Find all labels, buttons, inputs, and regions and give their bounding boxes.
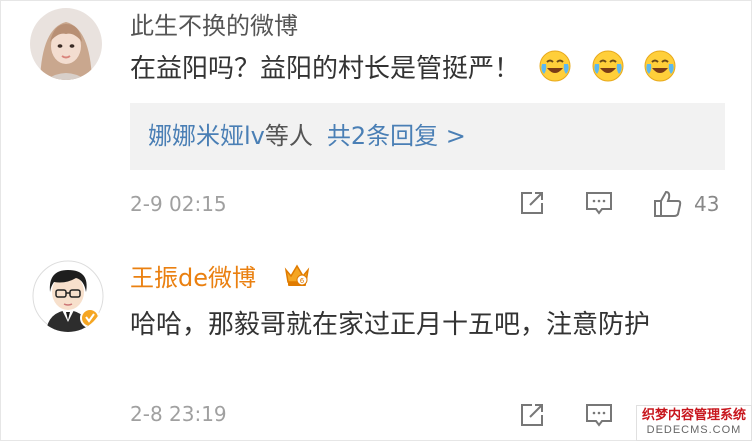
comment-icon[interactable] [584, 400, 614, 430]
comment-username[interactable]: 王振de微博 [130, 258, 256, 293]
avatar[interactable] [30, 8, 102, 80]
comment-timestamp: 2-9 02:15 [130, 192, 227, 216]
share-icon[interactable] [517, 400, 547, 430]
comment-username[interactable]: 此生不换的微博 [130, 6, 298, 41]
emoji-group [538, 49, 687, 96]
crown-badge-icon: 6 [284, 264, 310, 286]
svg-text:6: 6 [300, 277, 305, 285]
comment-text-content: 在益阳吗？益阳的村长是管挺严！ [130, 54, 521, 84]
comment-text: 哈哈，那毅哥就在家过正月十五吧，注意防护 [130, 310, 651, 340]
crying-laughing-emoji-icon [539, 50, 571, 82]
share-icon[interactable] [517, 188, 547, 218]
reply-user-link[interactable]: 娜娜米娅lv [148, 122, 265, 150]
comment-icon[interactable] [584, 188, 614, 218]
watermark-title: 织梦内容管理系统 [641, 407, 746, 422]
watermark-domain: DEDECMS.COM [646, 424, 742, 436]
like-icon[interactable] [652, 188, 684, 220]
comment-item: 此生不换的微博 在益阳吗？益阳的村长是管挺严！ 娜娜米娅lv等人 共2条回复 >… [0, 0, 752, 232]
replies-preview[interactable]: 娜娜米娅lv等人 共2条回复 > [130, 103, 725, 170]
comment-text: 在益阳吗？益阳的村长是管挺严！ [130, 48, 687, 96]
reply-suffix: 等人 [264, 122, 313, 150]
comment-timestamp: 2-8 23:19 [130, 402, 227, 426]
avatar[interactable] [32, 260, 104, 332]
crying-laughing-emoji-icon [592, 50, 624, 82]
like-count: 43 [694, 192, 720, 216]
crying-laughing-emoji-icon [644, 50, 676, 82]
site-watermark: 织梦内容管理系统 DEDECMS.COM [636, 405, 752, 441]
view-replies-link[interactable]: 共2条回复 > [327, 122, 466, 150]
